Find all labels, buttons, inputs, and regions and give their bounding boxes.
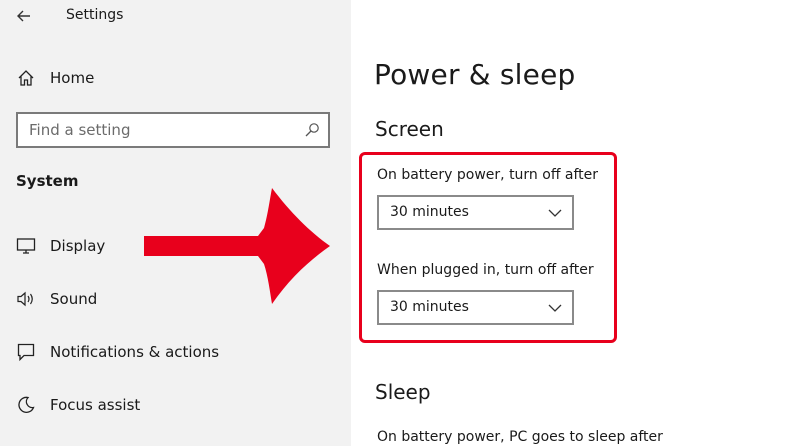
speaker-icon	[16, 289, 36, 309]
dropdown-value: 30 minutes	[390, 204, 469, 220]
chevron-down-icon	[548, 209, 562, 217]
sidebar-item-label: Display	[50, 237, 106, 255]
battery-screen-label: On battery power, turn off after	[377, 167, 599, 183]
sidebar-item-label: Notifications & actions	[50, 343, 220, 361]
page-title: Power & sleep	[374, 58, 576, 91]
sidebar-item-display[interactable]: Display	[16, 234, 105, 258]
dropdown-value: 30 minutes	[390, 299, 469, 315]
notification-icon	[16, 342, 36, 362]
moon-icon	[16, 395, 36, 415]
display-icon	[16, 236, 36, 256]
plugged-screen-dropdown[interactable]: 30 minutes	[377, 290, 574, 325]
sidebar-item-home[interactable]: Home	[16, 66, 94, 90]
screen-heading: Screen	[375, 117, 444, 141]
back-button[interactable]	[12, 4, 36, 28]
sidebar-item-label: Home	[50, 69, 95, 87]
search-input[interactable]: Find a setting	[16, 112, 330, 148]
sidebar-item-focus-assist[interactable]: Focus assist	[16, 393, 140, 417]
sidebar-item-sound[interactable]: Sound	[16, 287, 97, 311]
back-arrow-icon	[17, 10, 30, 22]
battery-sleep-label: On battery power, PC goes to sleep after	[377, 429, 663, 445]
home-icon	[18, 70, 34, 86]
search-icon[interactable]	[304, 122, 320, 138]
app-title: Settings	[66, 7, 124, 23]
chevron-down-icon	[548, 304, 562, 312]
plugged-screen-label: When plugged in, turn off after	[377, 262, 594, 278]
settings-window: Settings Home Find a setting System Disp	[0, 0, 796, 446]
sidebar-item-label: Focus assist	[50, 396, 141, 414]
sleep-heading: Sleep	[375, 380, 431, 404]
annotation-arrow	[144, 188, 330, 304]
sidebar-item-label: Sound	[50, 290, 98, 308]
battery-screen-dropdown[interactable]: 30 minutes	[377, 195, 574, 230]
sidebar-item-notifications[interactable]: Notifications & actions	[16, 340, 219, 364]
section-title: System	[16, 172, 79, 190]
search-placeholder: Find a setting	[29, 121, 131, 139]
